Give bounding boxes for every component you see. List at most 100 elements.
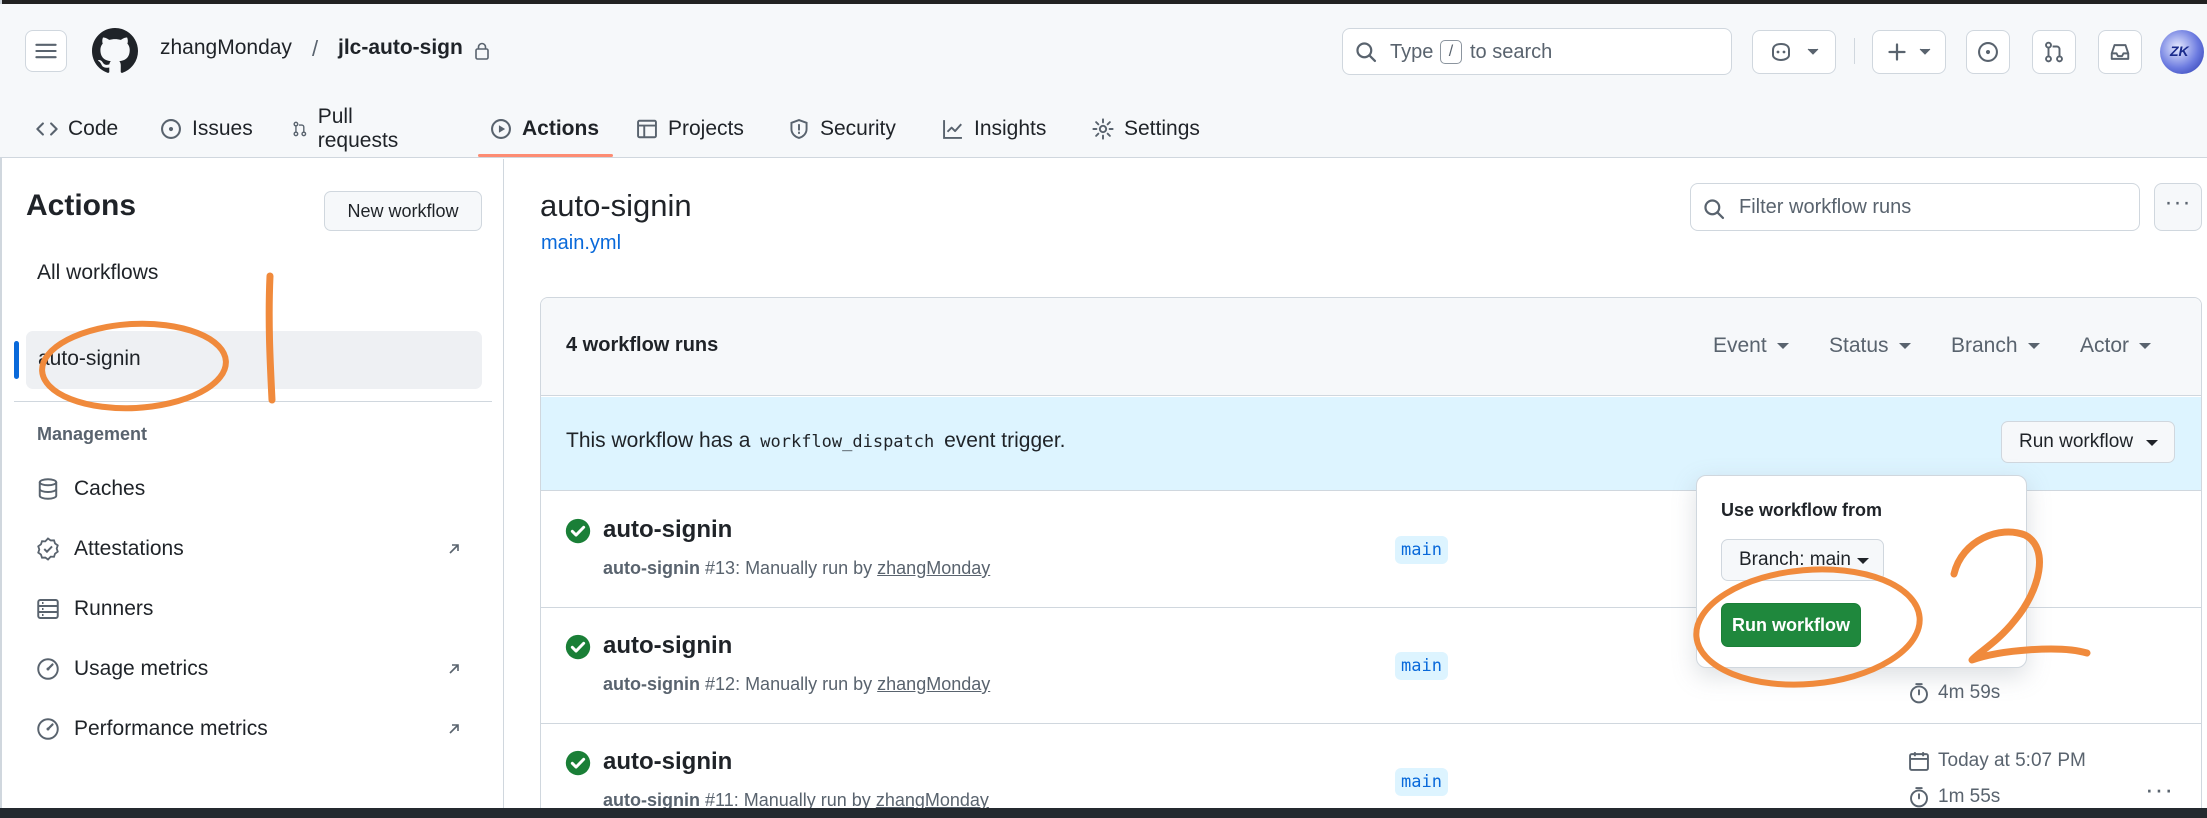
- gear-icon: [1092, 118, 1114, 140]
- sidebar-item-label: Caches: [74, 477, 146, 500]
- branch-badge[interactable]: main: [1395, 768, 1448, 796]
- menu-button[interactable]: [25, 30, 67, 72]
- arrow-up-right-icon: [449, 664, 459, 674]
- global-search[interactable]: Type / to search: [1342, 28, 1732, 75]
- run-duration-text: 1m 55s: [1938, 786, 2001, 807]
- tab-projects[interactable]: Projects: [636, 100, 744, 158]
- banner-text-pre: This workflow has a: [566, 429, 751, 452]
- pull-request-icon: [293, 121, 307, 137]
- filter-placeholder: Filter workflow runs: [1739, 196, 1912, 218]
- sidebar-item-label: auto-signin: [38, 347, 141, 370]
- tab-security[interactable]: Security: [788, 100, 896, 158]
- run-title[interactable]: auto-signin: [603, 632, 732, 660]
- window-bottom-edge: [0, 808, 2207, 818]
- play-icon: [491, 119, 511, 139]
- tab-code[interactable]: Code: [36, 100, 118, 158]
- management-heading: Management: [37, 424, 148, 444]
- repo-owner-link[interactable]: zhangMonday: [160, 36, 292, 60]
- tab-code-label: Code: [68, 117, 119, 140]
- status-filter[interactable]: Status: [1829, 334, 1911, 358]
- run-subtitle: auto-signin #13: Manually run by zhangMo…: [603, 558, 990, 579]
- meter-icon: [37, 658, 59, 680]
- actions-sidebar: Actions New workflow All workflows auto-…: [2, 159, 504, 809]
- branch-badge[interactable]: main: [1395, 536, 1448, 564]
- pull-requests-shortcut-button[interactable]: [2032, 30, 2076, 74]
- branch-select-button[interactable]: Branch: main: [1721, 539, 1884, 581]
- run-actor-link[interactable]: zhangMonday: [877, 674, 990, 694]
- filter-runs-input[interactable]: Filter workflow runs: [1690, 183, 2140, 231]
- search-shortcut-key: /: [1440, 40, 1462, 64]
- shield-icon: [790, 119, 808, 139]
- run-description: : Manually run by: [735, 674, 873, 694]
- search-icon: [1356, 42, 1377, 63]
- tab-security-label: Security: [820, 117, 896, 140]
- issues-shortcut-button[interactable]: [1966, 30, 2010, 74]
- lock-icon: [475, 42, 489, 60]
- sidebar-item-usage-metrics[interactable]: Usage metrics: [26, 645, 482, 693]
- sidebar-divider: [14, 401, 492, 402]
- tab-settings[interactable]: Settings: [1092, 100, 1200, 158]
- verified-icon: [37, 537, 59, 561]
- run-timestamp: Today at 5:07 PM: [1908, 750, 2086, 772]
- avatar-text: ZK: [2170, 43, 2189, 59]
- actor-filter[interactable]: Actor: [2080, 334, 2151, 358]
- tab-actions[interactable]: Actions: [490, 100, 599, 158]
- plus-icon: [1888, 43, 1906, 61]
- run-more-options-button[interactable]: ···: [2145, 774, 2174, 805]
- sidebar-item-performance-metrics[interactable]: Performance metrics: [26, 705, 482, 753]
- user-avatar[interactable]: ZK: [2160, 30, 2204, 74]
- branch-filter[interactable]: Branch: [1951, 334, 2040, 358]
- run-workflow-dropdown-button[interactable]: Run workflow: [2001, 421, 2175, 463]
- check-circle-icon: [565, 518, 591, 544]
- run-workflow-button[interactable]: Run workflow: [1721, 603, 1861, 647]
- new-workflow-button[interactable]: New workflow: [324, 191, 482, 231]
- event-filter[interactable]: Event: [1713, 334, 1789, 358]
- sidebar-item-label: Usage metrics: [74, 657, 209, 680]
- database-icon: [38, 478, 58, 500]
- sidebar-item-all-workflows[interactable]: All workflows: [37, 261, 158, 285]
- meter-icon: [37, 718, 59, 740]
- graph-icon: [943, 120, 962, 139]
- pull-request-icon: [2045, 41, 2063, 63]
- github-logo-icon[interactable]: [92, 28, 138, 74]
- tab-issues[interactable]: Issues: [160, 100, 253, 158]
- copilot-button[interactable]: [1752, 30, 1836, 74]
- server-icon: [37, 599, 59, 619]
- more-options-button[interactable]: ···: [2154, 183, 2202, 231]
- run-subtitle: auto-signin #12: Manually run by zhangMo…: [603, 674, 990, 695]
- chevron-down-icon[interactable]: [1807, 48, 1819, 56]
- workflow-run-row[interactable]: auto-signin auto-signin #11: Manually ru…: [541, 724, 2201, 816]
- repo-name-link[interactable]: jlc-auto-sign: [338, 36, 463, 60]
- run-workflow-name: auto-signin: [603, 790, 700, 810]
- tab-pull-requests[interactable]: Pull requests: [292, 100, 405, 158]
- banner-text-post: event trigger.: [944, 429, 1066, 452]
- arrow-up-right-icon: [449, 544, 459, 554]
- create-new-button[interactable]: [1872, 30, 1946, 74]
- run-actor-link[interactable]: zhangMonday: [877, 558, 990, 578]
- run-title[interactable]: auto-signin: [603, 516, 732, 544]
- active-item-indicator: [14, 341, 19, 379]
- header-divider: [1854, 38, 1855, 64]
- runs-count: 4 workflow runs: [566, 334, 719, 356]
- tab-settings-label: Settings: [1124, 117, 1200, 140]
- sidebar-item-attestations[interactable]: Attestations: [26, 525, 482, 573]
- branch-badge[interactable]: main: [1395, 652, 1448, 680]
- run-duration: 4m 59s: [1908, 682, 2000, 704]
- tab-insights[interactable]: Insights: [942, 100, 1046, 158]
- sidebar-item-runners[interactable]: Runners: [26, 585, 482, 633]
- run-timestamp-text: Today at 5:07 PM: [1938, 750, 2086, 771]
- run-title[interactable]: auto-signin: [603, 748, 732, 776]
- sidebar-item-auto-signin[interactable]: auto-signin: [26, 331, 482, 389]
- banner-message: This workflow has a workflow_dispatch ev…: [566, 429, 1066, 453]
- runs-header: 4 workflow runs Event Status Branch Acto…: [541, 298, 2201, 396]
- run-actor-link[interactable]: zhangMonday: [876, 790, 989, 810]
- inbox-button[interactable]: [2098, 30, 2142, 74]
- workflow-file-link[interactable]: main.yml: [541, 232, 621, 255]
- issue-icon: [161, 119, 181, 139]
- sidebar-item-caches[interactable]: Caches: [26, 465, 482, 513]
- chevron-down-icon: [1919, 48, 1931, 55]
- tab-projects-label: Projects: [668, 117, 744, 140]
- run-number: #13: [705, 558, 736, 578]
- banner-code: workflow_dispatch: [760, 432, 935, 452]
- tab-actions-label: Actions: [522, 117, 600, 140]
